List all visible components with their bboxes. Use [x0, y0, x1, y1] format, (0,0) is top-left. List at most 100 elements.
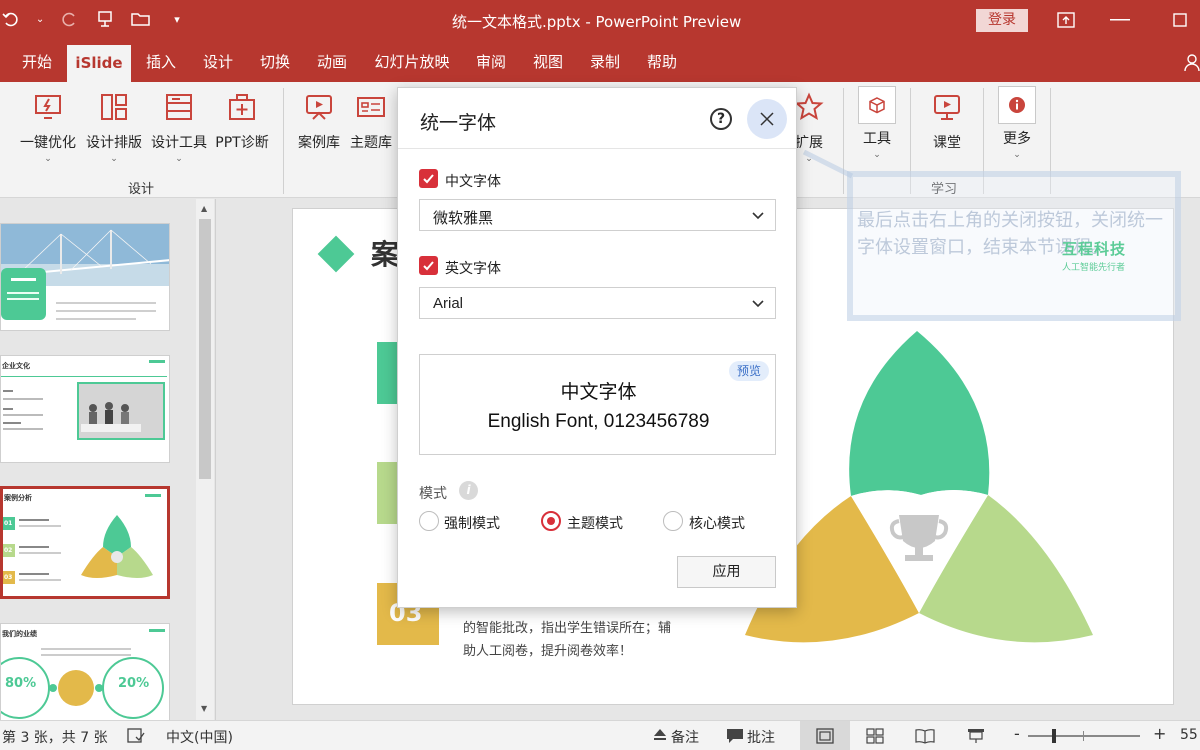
info-icon[interactable]: i: [459, 481, 478, 500]
ppt-diagnose-button[interactable]: PPT诊断: [212, 92, 272, 152]
slide-sorter-icon[interactable]: [862, 726, 888, 746]
english-font-checkbox[interactable]: [419, 256, 438, 275]
spellcheck-icon[interactable]: [127, 728, 145, 748]
more-button[interactable]: 更多 ⌄: [996, 86, 1038, 160]
language-indicator[interactable]: 中文(中国): [166, 727, 233, 747]
radio-force-mode[interactable]: [419, 511, 439, 531]
zoom-slider[interactable]: [1028, 729, 1140, 743]
watermark-slogan: 人工智能先行者: [1062, 263, 1126, 273]
tab-islide[interactable]: iSlide: [67, 45, 131, 82]
thumbnail-scrollbar[interactable]: ▲ ▼: [196, 199, 214, 720]
comments-icon[interactable]: [726, 728, 744, 748]
thumbnail-stat-left: 80%: [5, 676, 37, 691]
theme-mode-label[interactable]: 主题模式: [567, 513, 623, 533]
zoom-level[interactable]: 55: [1180, 727, 1198, 743]
apply-button[interactable]: 应用: [677, 556, 776, 588]
tools-label: 工具: [863, 131, 891, 147]
info-icon: [998, 86, 1036, 124]
tab-slideshow[interactable]: 幻灯片放映: [364, 42, 460, 82]
slide-thumbnail-2[interactable]: [0, 223, 170, 331]
more-label: 更多: [1003, 131, 1031, 147]
reading-view-icon[interactable]: [912, 726, 938, 746]
case-analysis-thumbnail: [3, 494, 161, 584]
zoom-in-button[interactable]: +: [1153, 724, 1166, 743]
normal-view-icon[interactable]: [800, 721, 850, 750]
tab-view[interactable]: 视图: [523, 42, 573, 82]
extend-label: 扩展: [795, 135, 823, 151]
scroll-down-icon[interactable]: ▼: [201, 704, 207, 713]
redo-icon[interactable]: [58, 8, 80, 30]
mode-label: 模式: [419, 486, 447, 502]
star-icon: [794, 92, 824, 121]
chinese-font-checkbox[interactable]: [419, 169, 438, 188]
title-bar: ⌄ ▾ 统一文本格式.pptx - PowerPoint Preview 登录: [0, 0, 1200, 42]
core-mode-label[interactable]: 核心模式: [689, 513, 745, 533]
notes-button[interactable]: 备注: [671, 727, 699, 747]
force-mode-label[interactable]: 强制模式: [444, 513, 500, 533]
chevron-down-icon: ⌄: [1013, 150, 1021, 160]
chinese-font-select[interactable]: 微软雅黑: [419, 199, 776, 231]
account-icon[interactable]: [1184, 54, 1200, 76]
design-tools-button[interactable]: 设计工具 ⌄: [147, 92, 211, 164]
classroom-button[interactable]: 课堂: [926, 92, 968, 152]
radio-core-mode[interactable]: [663, 511, 683, 531]
theme-library-button[interactable]: 主题库: [346, 92, 396, 152]
case-library-button[interactable]: 案例库: [294, 92, 344, 152]
design-tools-label: 设计工具: [151, 135, 207, 151]
watermark-name: 互程科技: [1062, 240, 1127, 258]
theme-library-label: 主题库: [350, 135, 392, 151]
tab-design[interactable]: 设计: [193, 42, 243, 82]
minimize-icon[interactable]: [1108, 9, 1132, 31]
comments-button[interactable]: 批注: [747, 727, 775, 747]
case-library-label: 案例库: [298, 135, 340, 151]
slide-thumbnail-3[interactable]: 企业文化: [0, 355, 170, 463]
login-button[interactable]: 登录: [976, 9, 1028, 32]
notes-icon[interactable]: [652, 728, 668, 746]
ribbon-display-icon[interactable]: [1054, 9, 1078, 31]
tools-button[interactable]: 工具 ⌄: [856, 86, 898, 160]
undo-icon[interactable]: [0, 8, 22, 30]
zoom-slider-thumb[interactable]: [1052, 729, 1056, 743]
tab-record[interactable]: 录制: [580, 42, 630, 82]
medical-kit-icon: [229, 94, 255, 120]
chevron-down-icon: ⌄: [873, 150, 881, 160]
chevron-down-icon[interactable]: ⌄: [36, 8, 44, 30]
slide-thumbnail-5[interactable]: 我们的业绩 80% 20%: [0, 623, 170, 723]
layout-icon: [101, 94, 127, 120]
dialog-divider: [398, 148, 796, 149]
zoom-out-button[interactable]: -: [1014, 724, 1020, 743]
annotation-text: 最后点击右上角的关闭按钮，关闭统一字体设置窗口，结束本节课程。: [857, 210, 1163, 258]
tab-insert[interactable]: 插入: [136, 42, 186, 82]
open-folder-icon[interactable]: [130, 8, 152, 30]
one-click-optimize-button[interactable]: 一键优化 ⌄: [16, 92, 80, 164]
chinese-font-value: 微软雅黑: [433, 209, 494, 227]
help-button[interactable]: ?: [710, 108, 732, 130]
tab-review[interactable]: 审阅: [466, 42, 516, 82]
customize-qat-icon[interactable]: ▾: [166, 8, 188, 30]
preview-english-sample: English Font, 0123456789: [487, 411, 710, 432]
tab-help[interactable]: 帮助: [637, 42, 687, 82]
classroom-label: 课堂: [933, 135, 961, 151]
ppt-diagnose-label: PPT诊断: [215, 135, 269, 151]
slideshow-icon[interactable]: [963, 726, 989, 746]
tab-home[interactable]: 开始: [10, 42, 64, 82]
design-layout-button[interactable]: 设计排版 ⌄: [82, 92, 146, 164]
close-button[interactable]: [747, 99, 787, 139]
check-icon: [423, 261, 434, 271]
thumbnail-step: 01: [4, 520, 13, 527]
check-icon: [423, 174, 434, 184]
english-font-select[interactable]: Arial: [419, 287, 776, 319]
slide-title-partial: 案: [371, 238, 400, 271]
maximize-icon[interactable]: [1168, 9, 1192, 31]
slide-thumbnail-current[interactable]: 案例分析 01 02 03: [0, 486, 170, 599]
watermark-logo: 互程科技 人工智能先行者: [1062, 238, 1126, 273]
radio-theme-mode[interactable]: [541, 511, 561, 531]
english-font-label: 英文字体: [445, 261, 501, 277]
presenter-icon[interactable]: [94, 8, 116, 30]
theme-library-icon: [357, 97, 385, 117]
tab-transitions[interactable]: 切换: [250, 42, 300, 82]
scroll-up-icon[interactable]: ▲: [201, 204, 207, 213]
tab-animations[interactable]: 动画: [307, 42, 357, 82]
chevron-down-icon: ⌄: [110, 154, 118, 164]
scrollbar-thumb[interactable]: [199, 219, 211, 479]
